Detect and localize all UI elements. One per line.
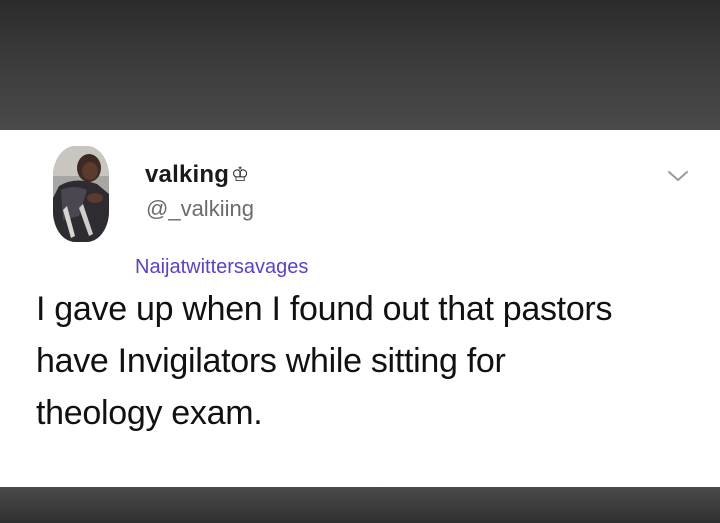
tweet-text-line-2: have Invigilators while sitting for [36, 342, 506, 380]
crown-icon: ♔ [231, 164, 250, 186]
tweet-menu-button[interactable] [663, 164, 693, 188]
user-handle[interactable]: @_valkiing [146, 195, 254, 223]
chevron-down-icon [668, 171, 688, 181]
display-name-text: valking [145, 161, 230, 188]
tweet-text: I gave up when I found out that pastors … [36, 283, 696, 439]
tweet-text-line-3: theology exam. [36, 394, 263, 432]
tweet-text-line-1: I gave up when I found out that pastors [36, 290, 613, 328]
watermark-text: Naijatwittersavages [135, 256, 309, 278]
display-name[interactable]: valking ♔ [145, 160, 249, 190]
avatar-photo-icon [53, 146, 109, 242]
bottom-dark-band [0, 487, 720, 523]
top-dark-band [0, 0, 720, 130]
avatar[interactable] [53, 146, 109, 242]
